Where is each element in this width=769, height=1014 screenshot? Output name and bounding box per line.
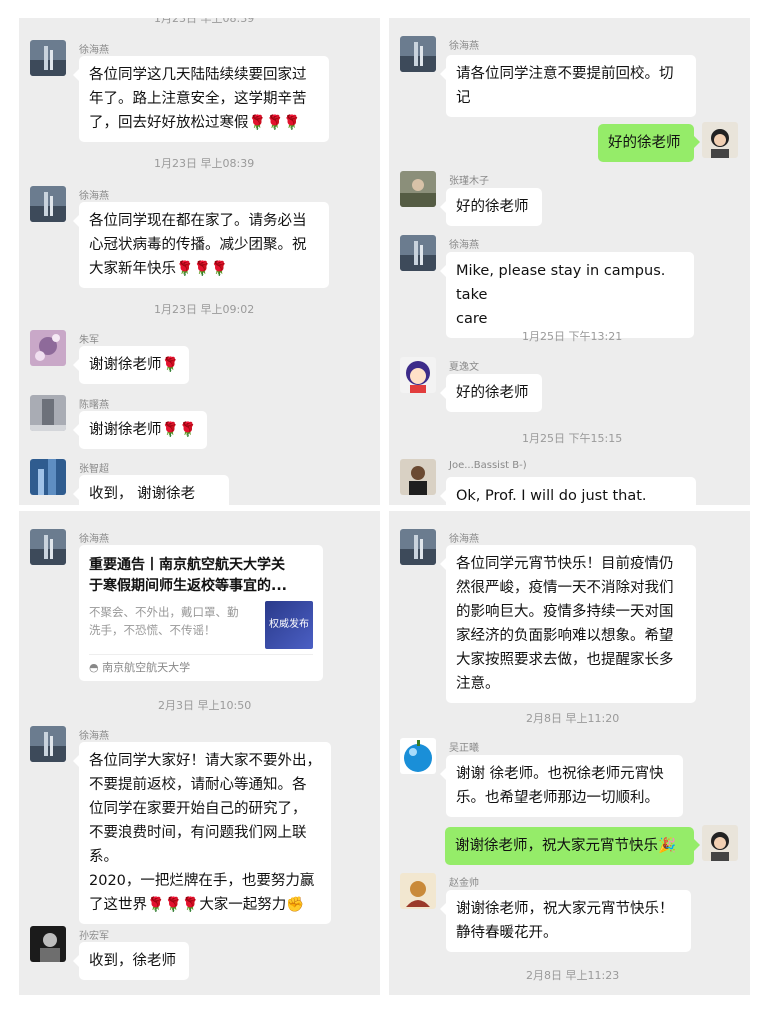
chat-panel-2: 徐海燕 请各位同学注意不要提前回校。切 记 好的徐老师 张瑾木子 好的徐老师 徐… xyxy=(389,18,750,505)
message-bubble[interactable]: Ok, Prof. I will do just that. Thank xyxy=(440,477,696,505)
message-bubble[interactable]: 好的徐老师 xyxy=(440,374,542,412)
message-bubble[interactable]: 收到， 谢谢徐老师。 xyxy=(73,475,229,505)
chat-panel-1: 1月23日 早上08:39 徐海燕 各位同学这几天陆陆续续要回家过 年了。路上注… xyxy=(19,18,380,505)
article-thumbnail: 权威发布 xyxy=(265,601,313,649)
message-bubble[interactable]: 各位同学元宵节快乐！目前疫情仍 然很严峻，疫情一天不消除对我们 的影响巨大。疫情… xyxy=(440,545,696,703)
timestamp: 1月25日 下午13:21 xyxy=(522,330,623,343)
message-bubble[interactable]: 谢谢徐老师🌹🌹 xyxy=(73,411,207,449)
message-bubble[interactable]: 各位同学这几天陆陆续续要回家过 年了。路上注意安全，这学期辛苦 了，回去好好放松… xyxy=(73,56,329,142)
sender-name: 孙宏军 xyxy=(79,931,109,942)
sender-name: 朱军 xyxy=(79,335,99,346)
avatar-zhujun[interactable] xyxy=(30,330,66,366)
timestamp: 2月8日 早上11:20 xyxy=(526,712,620,725)
avatar-wu[interactable] xyxy=(400,738,436,774)
sender-name: 赵金帅 xyxy=(449,878,479,889)
message-bubble[interactable]: 各位同学大家好！请大家不要外出， 不要提前返校，请耐心等通知。各 位同学在家要开… xyxy=(73,742,331,924)
message-bubble[interactable]: 谢谢徐老师🌹 xyxy=(73,346,189,384)
rose-icon: 🌹 xyxy=(164,897,182,913)
message-bubble[interactable]: 各位同学现在都在家了。请务必当 心冠状病毒的传播。减少团聚。祝 大家新年快乐🌹🌹… xyxy=(73,202,329,288)
rose-icon: 🌹 xyxy=(161,422,179,438)
source-name: 南京航空航天大学 xyxy=(102,661,191,674)
avatar-me[interactable] xyxy=(702,825,738,861)
timestamp-cutoff: 1月23日 早上08:39 xyxy=(154,18,255,25)
rose-icon: 🌹 xyxy=(178,422,197,438)
sender-name: 徐海燕 xyxy=(79,191,109,202)
timestamp: 2月3日 早上10:50 xyxy=(158,699,252,712)
message-bubble[interactable]: 谢谢徐老师，祝大家元宵节快乐！ 静待春暖花开。 xyxy=(440,890,691,952)
avatar-xu[interactable] xyxy=(30,726,66,762)
rose-icon: 🌹 xyxy=(193,261,211,277)
rose-icon: 🌹 xyxy=(248,115,266,131)
sender-name: 徐海燕 xyxy=(79,534,109,545)
sender-name: 陈曙燕 xyxy=(79,400,109,411)
chat-panel-4: 徐海燕 各位同学元宵节快乐！目前疫情仍 然很严峻，疫情一天不消除对我们 的影响巨… xyxy=(389,511,750,995)
sender-name: 徐海燕 xyxy=(79,45,109,56)
rose-icon: 🌹 xyxy=(265,115,284,131)
message-bubble[interactable]: Mike, please stay in campus. take care xyxy=(440,252,694,338)
rose-icon: 🌹 xyxy=(147,897,165,913)
avatar-chen[interactable] xyxy=(30,395,66,431)
article-title: 重要通告丨南京航空航天大学关 于寒假期间师生返校等事宜的... xyxy=(89,557,287,594)
rose-icon: 🌹 xyxy=(176,261,194,277)
avatar-xu[interactable] xyxy=(400,36,436,72)
sender-name: 张瑾木子 xyxy=(449,176,489,187)
sender-name: Joe...Bassist B-) xyxy=(449,460,527,471)
my-message-bubble[interactable]: 好的徐老师 xyxy=(598,124,700,162)
message-bubble[interactable]: 请各位同学注意不要提前回校。切 记 xyxy=(440,55,696,117)
article-description: 不聚会、不外出，戴口罩、勤 洗手，不恐慌、不传谣！ xyxy=(89,605,239,637)
rose-icon: 🌹 xyxy=(161,357,179,373)
message-bubble[interactable]: 收到，徐老师 xyxy=(73,942,189,980)
avatar-xu[interactable] xyxy=(30,529,66,565)
avatar-sun[interactable] xyxy=(30,926,66,962)
source-icon: ◓ xyxy=(89,661,103,674)
rose-icon: 🌹 xyxy=(283,115,301,131)
timestamp: 1月23日 早上09:02 xyxy=(154,303,255,316)
avatar-zhangjin[interactable] xyxy=(400,171,436,207)
avatar-xu[interactable] xyxy=(30,40,66,76)
sender-name: 徐海燕 xyxy=(449,534,479,545)
avatar-joe[interactable] xyxy=(400,459,436,495)
avatar-zhang[interactable] xyxy=(30,459,66,495)
rose-icon: 🌹 xyxy=(181,897,200,913)
timestamp: 2月8日 早上11:23 xyxy=(526,969,620,982)
chat-panel-3: 徐海燕 重要通告丨南京航空航天大学关 于寒假期间师生返校等事宜的... 不聚会、… xyxy=(19,511,380,995)
sender-name: 徐海燕 xyxy=(79,731,109,742)
my-message-bubble[interactable]: 谢谢徐老师，祝大家元宵节快乐🎉 xyxy=(445,827,700,865)
message-bubble[interactable]: 谢谢 徐老师。也祝徐老师元宵快 乐。也希望老师那边一切顺利。 xyxy=(440,755,683,817)
timestamp: 1月25日 下午15:15 xyxy=(522,432,623,445)
article-source: ◓ 南京航空航天大学 xyxy=(89,654,313,681)
sender-name: 徐海燕 xyxy=(449,240,479,251)
sender-name: 吴正曦 xyxy=(449,743,479,754)
avatar-xia[interactable] xyxy=(400,357,436,393)
rose-icon: 🌹 xyxy=(210,261,229,277)
timestamp: 1月23日 早上08:39 xyxy=(154,157,255,170)
avatar-zhao[interactable] xyxy=(400,873,436,909)
sender-name: 张智超 xyxy=(79,464,109,475)
sender-name: 夏逸文 xyxy=(449,362,479,373)
message-bubble[interactable]: 好的徐老师 xyxy=(440,188,542,226)
sender-name: 徐海燕 xyxy=(449,41,479,52)
avatar-xu[interactable] xyxy=(30,186,66,222)
avatar-me[interactable] xyxy=(702,122,738,158)
article-card[interactable]: 重要通告丨南京航空航天大学关 于寒假期间师生返校等事宜的... 不聚会、不外出，… xyxy=(79,545,323,681)
avatar-xu[interactable] xyxy=(400,235,436,271)
avatar-xu[interactable] xyxy=(400,529,436,565)
